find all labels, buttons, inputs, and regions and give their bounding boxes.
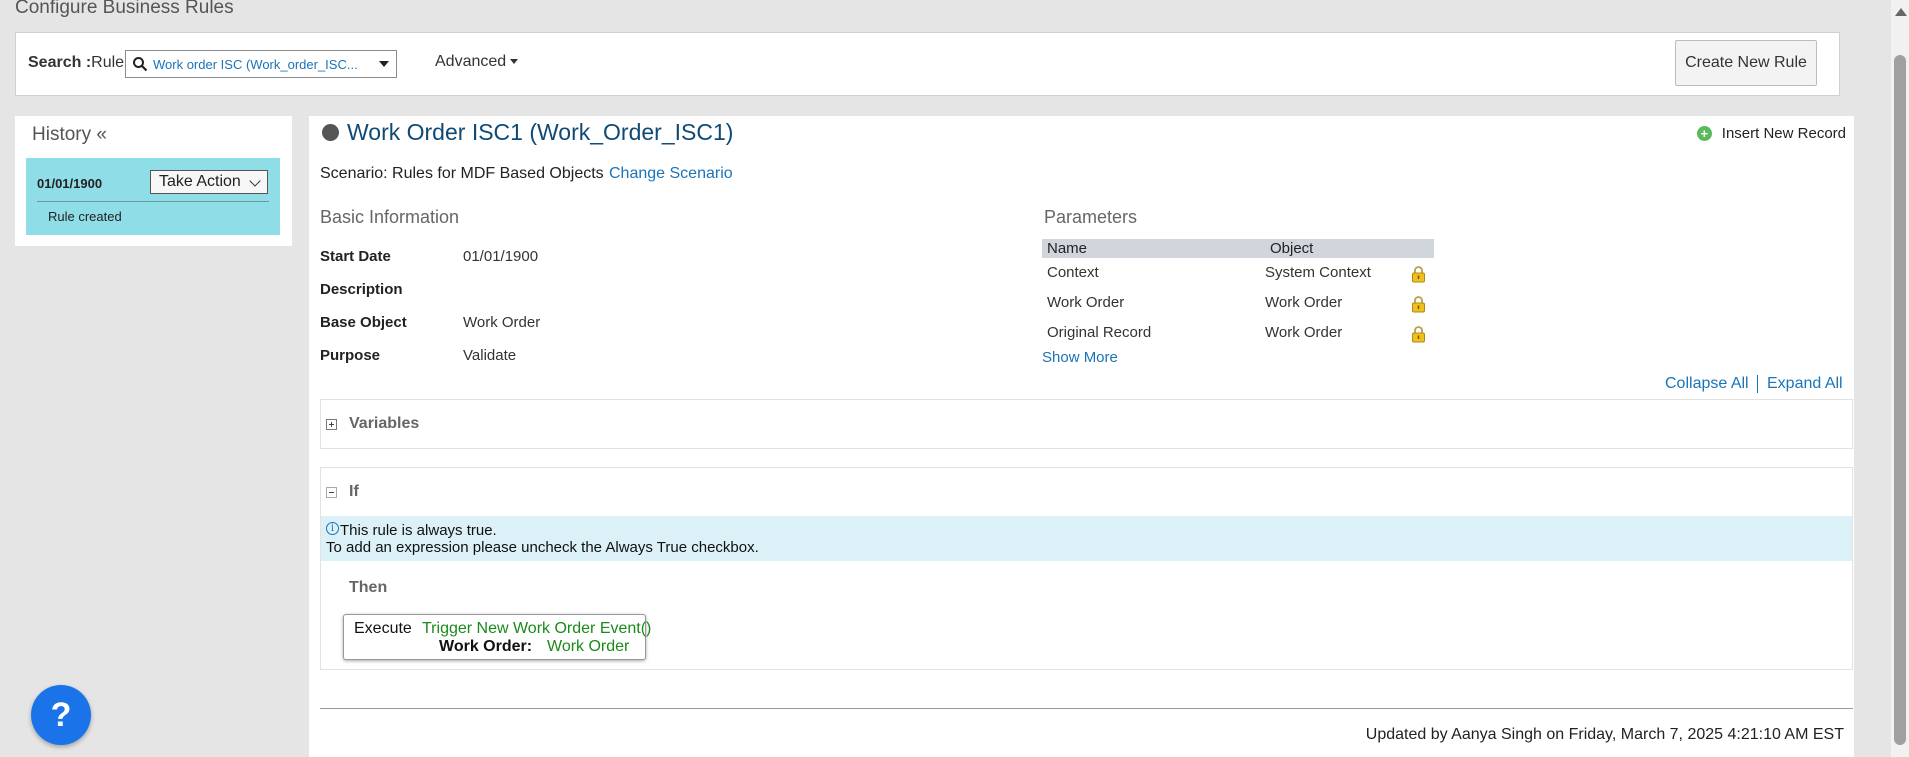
lock-icon: [1412, 266, 1425, 283]
history-panel: History « 01/01/1900 Take Action Rule cr…: [15, 116, 292, 246]
expand-plus-icon[interactable]: [326, 419, 337, 430]
page-title: Configure Business Rules: [15, 0, 234, 18]
execute-param-label: Work Order:: [439, 638, 533, 655]
base-object-value: Work Order: [463, 314, 541, 331]
variables-title[interactable]: Variables: [349, 415, 419, 433]
parameters-header-row: Name Object: [1042, 239, 1434, 258]
if-section: If i This rule is always true. To add an…: [320, 467, 1853, 670]
show-more-link[interactable]: Show More: [1042, 349, 1118, 366]
description-label: Description: [320, 281, 403, 298]
start-date-label: Start Date: [320, 248, 391, 265]
execute-label: Execute: [354, 620, 412, 637]
collapse-minus-icon[interactable]: [326, 487, 337, 498]
advanced-search-toggle[interactable]: Advanced: [435, 53, 519, 71]
add-circle-icon: +: [1696, 126, 1712, 141]
execute-action-box[interactable]: Execute Trigger New Work Order Event() W…: [343, 614, 651, 660]
table-row: Work Order Work Order: [1042, 288, 1434, 318]
variables-section: Variables: [320, 399, 1853, 449]
history-title[interactable]: History «: [32, 124, 107, 146]
if-title[interactable]: If: [349, 483, 359, 501]
start-date-value: 01/01/1900: [463, 248, 539, 265]
help-button[interactable]: ?: [31, 685, 91, 745]
chevron-down-icon: [249, 175, 261, 187]
scroll-thumb[interactable]: [1894, 55, 1906, 745]
column-header-object: Object: [1270, 240, 1314, 257]
execute-param-value[interactable]: Work Order: [547, 638, 629, 656]
base-object-label: Base Object: [320, 314, 407, 331]
expand-all-link[interactable]: Expand All: [1767, 375, 1843, 393]
info-line-2: To add an expression please uncheck the …: [326, 539, 759, 556]
purpose-value: Validate: [463, 347, 517, 364]
param-name: Work Order: [1047, 294, 1125, 311]
status-dot-icon: [322, 124, 339, 141]
create-new-rule-button[interactable]: Create New Rule: [1675, 40, 1817, 86]
dropdown-caret-icon[interactable]: [379, 61, 389, 67]
info-message: i This rule is always true. To add an ex…: [321, 516, 1852, 561]
rule-detail-panel: Work Order ISC1 (Work_Order_ISC1) + Inse…: [309, 116, 1854, 757]
scroll-up-arrow-icon[interactable]: [1895, 8, 1907, 16]
search-value: Work order ISC (Work_order_ISC...: [153, 57, 358, 72]
rule-title: Work Order ISC1 (Work_Order_ISC1): [347, 119, 734, 145]
parameters-table: Name Object Context System Context Work …: [1042, 239, 1434, 348]
collapse-all-link[interactable]: Collapse All: [1665, 375, 1749, 393]
info-icon: i: [326, 522, 339, 535]
history-date: 01/01/1900: [37, 176, 103, 191]
column-header-name: Name: [1047, 240, 1088, 257]
execute-function[interactable]: Trigger New Work Order Event(): [422, 620, 651, 638]
footer-divider: [320, 708, 1853, 709]
param-object: Work Order: [1265, 324, 1343, 341]
link-separator: [1757, 375, 1758, 393]
scenario-text: Scenario: Rules for MDF Based Objects: [320, 165, 604, 182]
table-row: Original Record Work Order: [1042, 318, 1434, 348]
search-label: Search :Rule: [28, 54, 125, 71]
parameters-heading: Parameters: [1044, 207, 1138, 227]
search-icon: [133, 57, 148, 72]
caret-down-icon: [510, 59, 519, 65]
table-row: Context System Context: [1042, 258, 1434, 288]
param-object: Work Order: [1265, 294, 1343, 311]
updated-by-text: Updated by Aanya Singh on Friday, March …: [1365, 726, 1844, 743]
vertical-scrollbar[interactable]: [1891, 0, 1909, 757]
basic-information-heading: Basic Information: [320, 207, 460, 227]
lock-icon: [1412, 326, 1425, 343]
history-entry[interactable]: 01/01/1900 Take Action Rule created: [26, 158, 280, 235]
rule-search-select[interactable]: Work order ISC (Work_order_ISC...: [125, 50, 397, 78]
take-action-select[interactable]: Take Action: [150, 170, 268, 194]
purpose-label: Purpose: [320, 347, 381, 364]
history-note: Rule created: [48, 209, 122, 224]
param-name: Context: [1047, 264, 1099, 281]
param-name: Original Record: [1047, 324, 1152, 341]
then-title: Then: [349, 579, 388, 596]
info-line-1: This rule is always true.: [340, 522, 497, 539]
insert-new-record-button[interactable]: + Insert New Record: [1696, 125, 1846, 142]
search-bar: Search :Rule Work order ISC (Work_order_…: [15, 32, 1840, 96]
lock-icon: [1412, 296, 1425, 313]
insert-new-record-label: Insert New Record: [1721, 125, 1846, 142]
param-object: System Context: [1265, 264, 1371, 281]
divider: [37, 201, 269, 202]
change-scenario-link[interactable]: Change Scenario: [609, 165, 733, 183]
